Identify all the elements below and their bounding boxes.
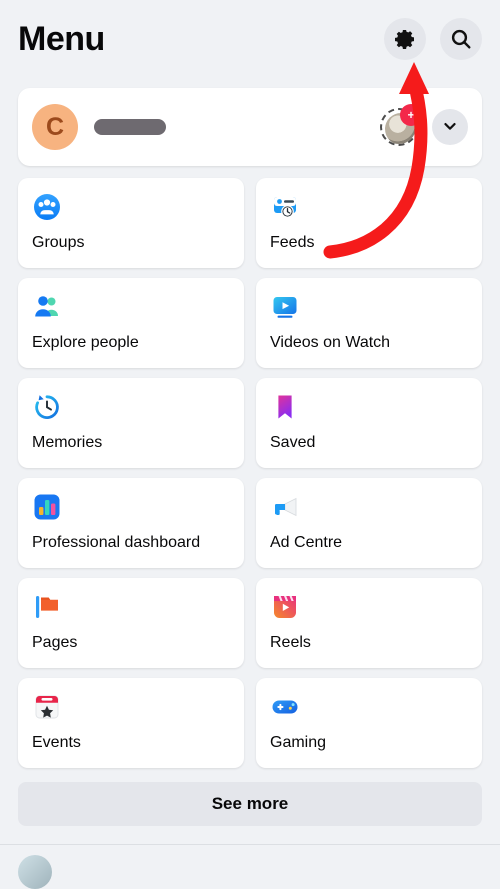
- menu-tile-label: Saved: [270, 434, 316, 451]
- page-title: Menu: [18, 19, 105, 58]
- gaming-icon: [270, 692, 300, 722]
- menu-tile-label: Pages: [32, 634, 78, 651]
- story-add-badge[interactable]: +: [400, 104, 422, 126]
- profile-name-redacted: [94, 119, 166, 135]
- menu-tile-videos-on-watch[interactable]: Videos on Watch: [256, 278, 482, 368]
- saved-icon: [270, 392, 300, 422]
- peek-avatar[interactable]: [18, 855, 52, 889]
- menu-tile-feeds[interactable]: Feeds: [256, 178, 482, 268]
- explore-people-icon: [32, 292, 62, 322]
- menu-screen: Menu C + Groups Feeds Explore people Vid…: [0, 0, 500, 889]
- profile-actions: +: [380, 104, 468, 146]
- add-story-button[interactable]: +: [380, 104, 422, 146]
- menu-tile-label: Reels: [270, 634, 311, 651]
- menu-tile-reels[interactable]: Reels: [256, 578, 482, 668]
- groups-icon: [32, 192, 62, 222]
- menu-tile-memories[interactable]: Memories: [18, 378, 244, 468]
- menu-tile-label: Gaming: [270, 734, 327, 751]
- menu-tile-groups[interactable]: Groups: [18, 178, 244, 268]
- menu-tile-label: Videos on Watch: [270, 334, 391, 351]
- header-actions: [384, 18, 482, 60]
- settings-button[interactable]: [384, 18, 426, 60]
- profile-card[interactable]: C +: [18, 88, 482, 166]
- search-button[interactable]: [440, 18, 482, 60]
- feeds-icon: [270, 192, 300, 222]
- menu-tile-label: Groups: [32, 234, 85, 251]
- expand-profile-button[interactable]: [432, 109, 468, 145]
- menu-tile-label: Memories: [32, 434, 103, 451]
- bottom-peek-section: [0, 845, 500, 889]
- gear-icon: [393, 27, 417, 51]
- menu-tile-label: Ad Centre: [270, 534, 343, 551]
- menu-tile-label: Feeds: [270, 234, 315, 251]
- see-more-button[interactable]: See more: [18, 782, 482, 826]
- menu-tile-pages[interactable]: Pages: [18, 578, 244, 668]
- menu-tile-professional-dashboard[interactable]: Professional dashboard: [18, 478, 244, 568]
- menu-tile-saved[interactable]: Saved: [256, 378, 482, 468]
- menu-tile-label: Events: [32, 734, 81, 751]
- pages-icon: [32, 592, 62, 622]
- menu-tile-events[interactable]: Events: [18, 678, 244, 768]
- menu-tile-gaming[interactable]: Gaming: [256, 678, 482, 768]
- avatar[interactable]: C: [32, 104, 78, 150]
- ad-centre-icon: [270, 492, 300, 522]
- menu-tile-ad-centre[interactable]: Ad Centre: [256, 478, 482, 568]
- menu-tile-explore-people[interactable]: Explore people: [18, 278, 244, 368]
- professional-dashboard-icon: [32, 492, 62, 522]
- reels-icon: [270, 592, 300, 622]
- menu-tile-label: Professional dashboard: [32, 534, 201, 551]
- memories-icon: [32, 392, 62, 422]
- header: Menu: [0, 0, 500, 74]
- chevron-down-icon: [441, 117, 459, 138]
- search-icon: [449, 27, 473, 51]
- events-icon: [32, 692, 62, 722]
- menu-tile-label: Explore people: [32, 334, 139, 351]
- menu-tile-grid: Groups Feeds Explore people Videos on Wa…: [18, 178, 482, 768]
- videos-on-watch-icon: [270, 292, 300, 322]
